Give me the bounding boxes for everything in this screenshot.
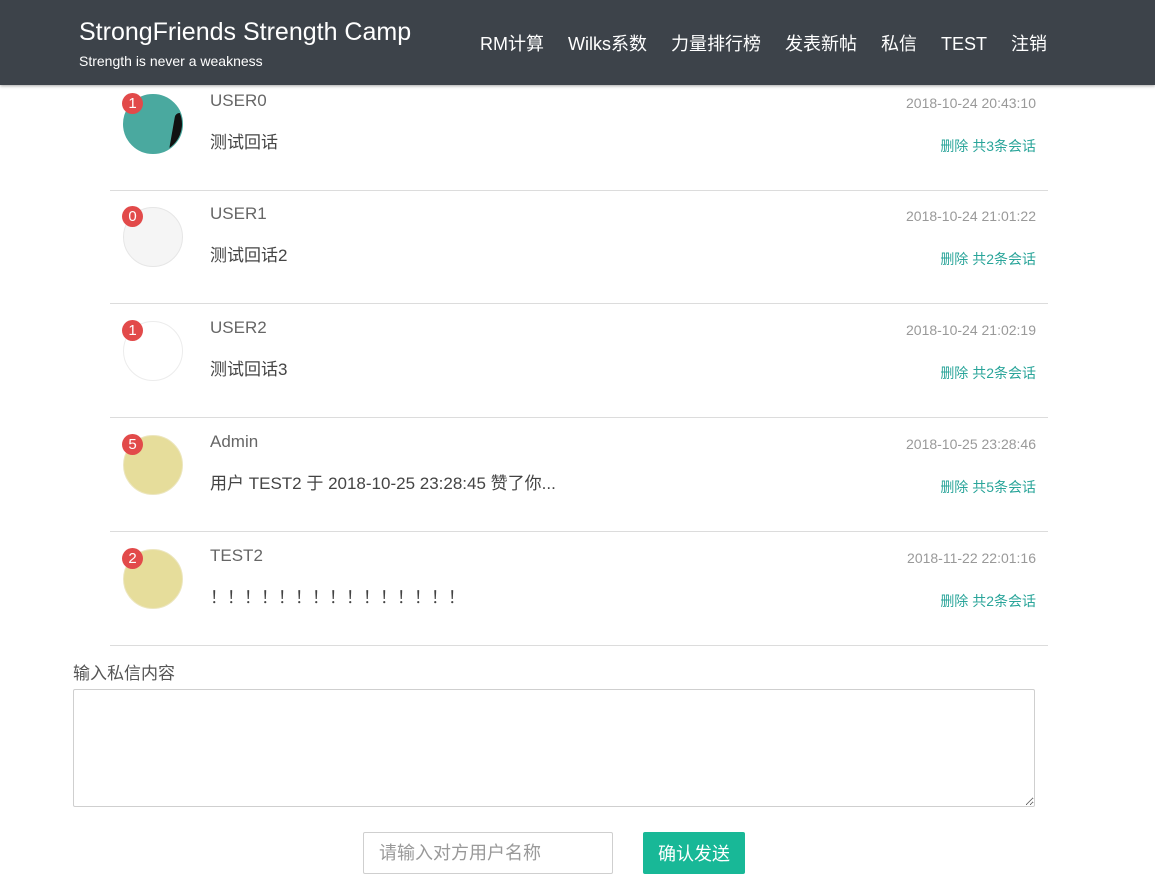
conversation-actions: 删除 共2条会话 xyxy=(940,363,1036,383)
conversation-count-link[interactable]: 共5条会话 xyxy=(972,479,1036,495)
main-nav: RM计算 Wilks系数 力量排行榜 发表新帖 私信 TEST 注销 xyxy=(468,31,1059,57)
conversation-username[interactable]: Admin xyxy=(210,432,258,452)
send-button[interactable]: 确认发送 xyxy=(643,832,745,874)
conversation-actions: 删除 共5条会话 xyxy=(940,477,1036,497)
conversation-username[interactable]: TEST2 xyxy=(210,546,263,566)
conversation-timestamp: 2018-10-25 23:28:46 xyxy=(906,436,1036,452)
site-tagline: Strength is never a weakness xyxy=(79,53,263,69)
nav-leaderboard[interactable]: 力量排行榜 xyxy=(671,31,761,57)
conversation-preview[interactable]: 用户 TEST2 于 2018-10-25 23:28:45 赞了你... xyxy=(210,469,556,494)
nav-user-profile[interactable]: TEST xyxy=(941,31,987,57)
conversation-preview[interactable]: 测试回话3 xyxy=(210,355,287,380)
conversation-item[interactable]: 5 Admin 用户 TEST2 于 2018-10-25 23:28:45 赞… xyxy=(110,418,1048,532)
delete-link[interactable]: 删除 xyxy=(940,138,968,154)
conversation-count-link[interactable]: 共2条会话 xyxy=(972,365,1036,381)
conversation-timestamp: 2018-11-22 22:01:16 xyxy=(907,550,1036,566)
conversation-count-link[interactable]: 共2条会话 xyxy=(972,251,1036,267)
delete-link[interactable]: 删除 xyxy=(940,593,968,609)
conversation-username[interactable]: USER1 xyxy=(210,204,267,224)
conversation-item[interactable]: 2 TEST2 ！！！！！！！！！！！！！！！ 2018-11-22 22:01… xyxy=(110,532,1048,646)
conversation-timestamp: 2018-10-24 21:02:19 xyxy=(906,322,1036,338)
conversation-preview[interactable]: 测试回话 xyxy=(210,128,278,153)
avatar-image-detail xyxy=(168,113,182,153)
conversation-item[interactable]: 0 USER1 测试回话2 2018-10-24 21:01:22 删除 共2条… xyxy=(110,190,1048,304)
recipient-username-input[interactable] xyxy=(363,832,613,874)
conversation-count-link[interactable]: 共3条会话 xyxy=(972,138,1036,154)
conversation-count-link[interactable]: 共2条会话 xyxy=(972,593,1036,609)
unread-badge: 1 xyxy=(122,93,143,114)
delete-link[interactable]: 删除 xyxy=(940,365,968,381)
unread-badge: 5 xyxy=(122,434,143,455)
conversation-item[interactable]: 1 USER0 测试回话 2018-10-24 20:43:10 删除 共3条会… xyxy=(110,77,1048,191)
unread-badge: 0 xyxy=(122,206,143,227)
nav-messages[interactable]: 私信 xyxy=(881,31,917,57)
message-content-label: 输入私信内容 xyxy=(73,664,175,683)
conversation-preview[interactable]: ！！！！！！！！！！！！！！！ xyxy=(210,583,465,608)
delete-link[interactable]: 删除 xyxy=(940,251,968,267)
site-title[interactable]: StrongFriends Strength Camp xyxy=(79,18,411,47)
unread-badge: 2 xyxy=(122,548,143,569)
conversation-actions: 删除 共3条会话 xyxy=(940,136,1036,156)
nav-new-post[interactable]: 发表新帖 xyxy=(785,31,857,57)
conversation-username[interactable]: USER0 xyxy=(210,91,267,111)
conversation-actions: 删除 共2条会话 xyxy=(940,591,1036,611)
conversation-username[interactable]: USER2 xyxy=(210,318,267,338)
nav-logout[interactable]: 注销 xyxy=(1011,31,1047,57)
nav-wilks[interactable]: Wilks系数 xyxy=(568,31,647,57)
conversation-timestamp: 2018-10-24 20:43:10 xyxy=(906,95,1036,111)
unread-badge: 1 xyxy=(122,320,143,341)
conversation-preview[interactable]: 测试回话2 xyxy=(210,241,287,266)
delete-link[interactable]: 删除 xyxy=(940,479,968,495)
message-textarea[interactable] xyxy=(73,689,1035,807)
top-navbar: StrongFriends Strength Camp Strength is … xyxy=(0,0,1155,85)
conversation-actions: 删除 共2条会话 xyxy=(940,249,1036,269)
conversation-item[interactable]: 1 USER2 测试回话3 2018-10-24 21:02:19 删除 共2条… xyxy=(110,304,1048,418)
nav-rm-calculator[interactable]: RM计算 xyxy=(480,31,544,57)
conversation-timestamp: 2018-10-24 21:01:22 xyxy=(906,208,1036,224)
